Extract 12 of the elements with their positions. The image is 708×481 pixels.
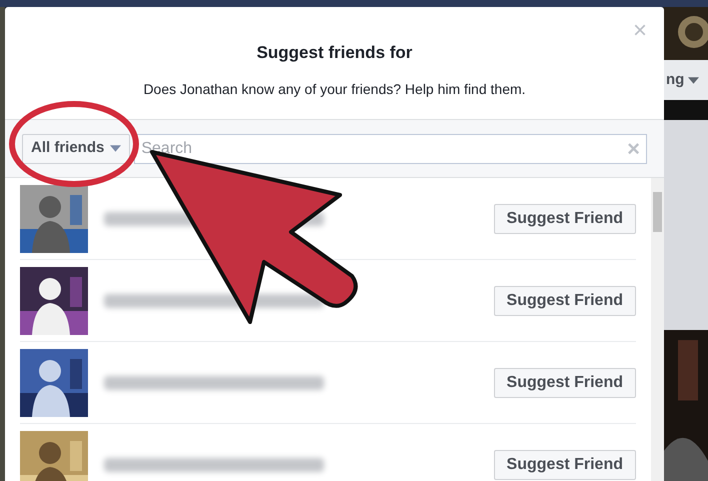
suggest-friend-button[interactable]: Suggest Friend — [494, 204, 636, 234]
filter-dropdown[interactable]: All friends — [22, 134, 130, 164]
caret-icon — [688, 76, 700, 84]
caret-icon — [110, 145, 122, 152]
dialog-title: Suggest friends for — [256, 42, 412, 64]
suggest-friend-button[interactable]: Suggest Friend — [494, 368, 636, 398]
suggest-friend-button[interactable]: Suggest Friend — [494, 286, 636, 316]
dialog-subtitle: Does Jonathan know any of your friends? Help him find them. — [143, 80, 526, 99]
suggest-friend-button[interactable]: Suggest Friend — [494, 450, 636, 480]
divider-strip — [664, 100, 708, 120]
menu-label[interactable]: ng — [666, 68, 684, 92]
scrollbar[interactable] — [651, 178, 664, 481]
